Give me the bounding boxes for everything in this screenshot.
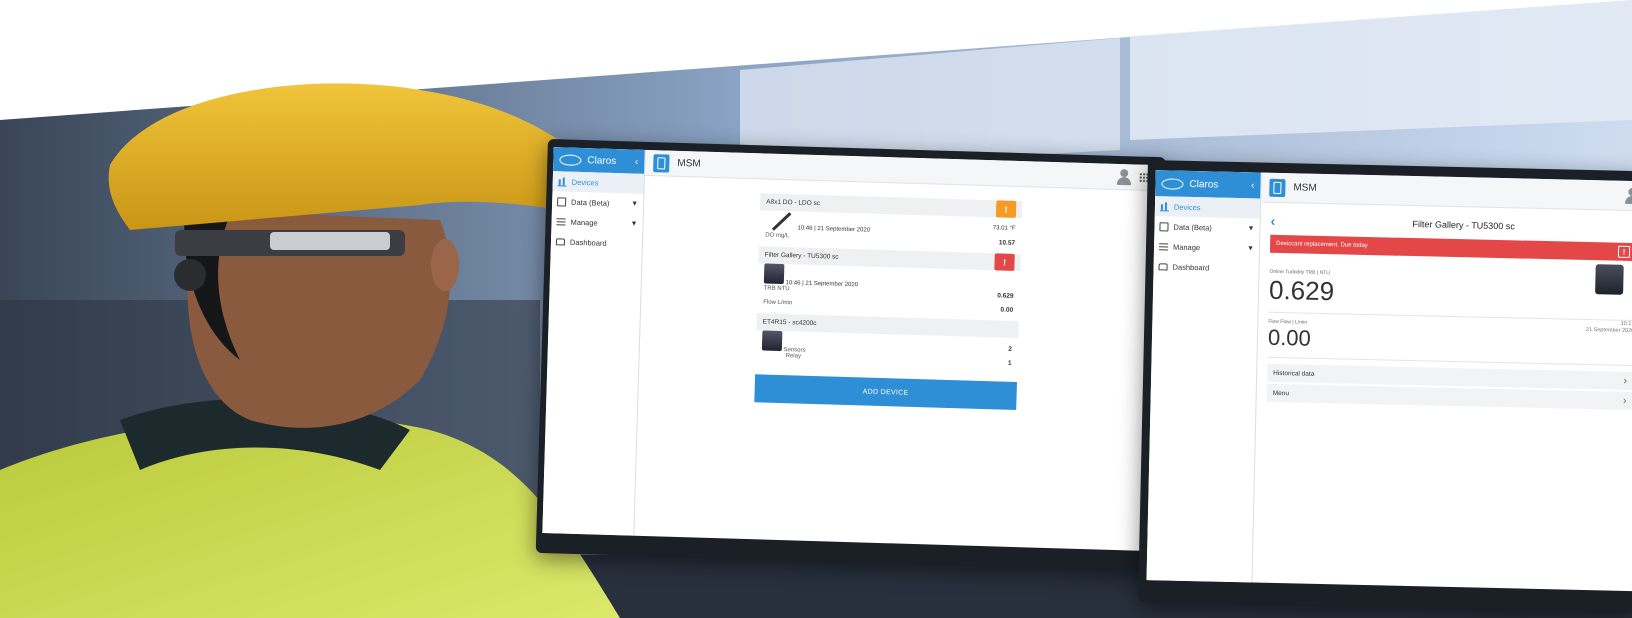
sidebar-item-label: Devices [1173,202,1201,212]
collapse-sidebar-icon[interactable]: ‹ [635,156,639,167]
measurement-label: TRB NTU [763,285,790,293]
detail-title: Filter Gallery - TU5300 sc [1412,219,1515,232]
chevron-right-icon: › [1623,374,1628,387]
sidebar-item-label: Devices [571,177,599,188]
analyzer-device-icon [763,263,785,285]
msm-app-icon [1269,178,1286,197]
document-icon [557,196,567,207]
alert-banner[interactable]: Desiccant replacement. Due today ! [1269,234,1632,262]
timestamp-date: 21 September 2020 [1585,327,1632,335]
sidebar: Claros ‹ Devices Data (Beta) ▼ Manage ▼ [542,147,646,536]
device-card[interactable]: 10:46 | 21 September 2020 73.01 °F DO mg… [759,210,1022,254]
measurement-value: 0.00 [1000,306,1014,314]
dashboard-icon [555,237,566,246]
sidebar-item-manage[interactable]: Manage ▼ [1154,236,1259,258]
right-monitor: Claros ‹ Devices Data (Beta) ▼ Manage ▼ [1137,160,1632,614]
expand-arrow-icon: ▼ [631,199,639,208]
right-screen: Claros ‹ Devices Data (Beta) ▼ Manage ▼ [1146,170,1632,592]
devices-icon [1159,201,1170,211]
measurement-value: 10.57 [998,238,1016,247]
hach-logo-icon [559,153,582,166]
brand-name: Claros [587,154,617,167]
sidebar-item-label: Dashboard [569,237,607,248]
sidebar-item-dashboard[interactable]: Dashboard [1153,256,1258,278]
dashboard-icon [1158,262,1168,270]
user-icon[interactable] [1117,168,1131,184]
link-label: Historical data [1273,369,1315,378]
alert-text: Desiccant replacement. Due today [1276,240,1368,250]
measurement-label: DO mg/L [765,232,790,240]
link-label: Menu [1272,389,1290,397]
tu5300-device-image [1595,264,1624,295]
sidebar-item-devices[interactable]: Devices [552,171,645,194]
warning-badge[interactable]: ! [995,200,1017,218]
brand-bar: Claros ‹ [553,147,645,174]
sidebar-item-data[interactable]: Data (Beta) ▼ [552,191,644,214]
device-name: A8x1 DO - LDO sc [766,198,821,208]
sidebar: Claros ‹ Devices Data (Beta) ▼ Manage ▼ [1146,170,1262,583]
left-monitor: Claros ‹ Devices Data (Beta) ▼ Manage ▼ [535,139,1166,572]
expand-arrow-icon: ▼ [1247,244,1255,252]
user-icon[interactable] [1625,187,1632,203]
sidebar-item-manage[interactable]: Manage ▼ [551,211,643,234]
measurement-value: 2 [1008,345,1013,353]
expand-arrow-icon: ▼ [1247,224,1255,232]
controller-device-icon [761,330,783,352]
alert-icon: ! [1617,245,1631,258]
top-bar: MSM [644,149,1158,192]
brand-name: Claros [1189,178,1219,191]
device-list: A8x1 DO - LDO sc ! 10:46 | 21 September … [754,193,1023,411]
sidebar-item-label: Manage [1172,242,1201,252]
error-badge[interactable]: ! [994,253,1015,271]
device-name: ET4R15 - sc4200c [762,318,817,328]
msm-app-icon [653,153,670,173]
sidebar-item-data[interactable]: Data (Beta) ▼ [1154,216,1259,238]
list-icon [556,217,566,226]
device-detail: ‹ Filter Gallery - TU5300 sc Desiccant r… [1252,203,1632,592]
device-card[interactable]: 10:46 | 21 September 2020 TRB NTU 0.629 … [757,263,1020,321]
collapse-sidebar-icon[interactable]: ‹ [1251,180,1255,191]
device-card[interactable]: Sensors 2 Relay 1 [755,330,1018,374]
device-name: Filter Gallery - TU5300 sc [764,251,839,261]
hach-logo-icon [1161,177,1184,190]
temperature-value: 73.01 °F [992,225,1016,232]
sidebar-item-label: Manage [570,217,598,228]
list-icon [1158,242,1169,250]
devices-icon [557,176,567,187]
back-chevron-icon[interactable]: ‹ [1270,213,1290,229]
measurement-label: Flow L/min [763,299,793,307]
measurement-label: Relay [785,353,802,360]
photo-scene: Claros ‹ Devices Data (Beta) ▼ Manage ▼ [0,0,1632,618]
left-screen: Claros ‹ Devices Data (Beta) ▼ Manage ▼ [542,147,1158,551]
chevron-right-icon: › [1622,394,1627,407]
measurement-value: 1 [1007,359,1012,367]
page-title: MSM [677,157,701,170]
detail-header: ‹ Filter Gallery - TU5300 sc [1270,211,1632,239]
expand-arrow-icon: ▼ [630,219,638,228]
sidebar-item-label: Data (Beta) [571,197,610,208]
sidebar-item-label: Dashboard [1172,262,1210,272]
add-device-button[interactable]: ADD DEVICE [754,374,1017,411]
page-title: MSM [1293,182,1317,194]
reading-timestamp: 10:17 21 September 2020 [1586,320,1632,335]
sidebar-item-label: Data (Beta) [1173,222,1212,232]
document-icon [1159,221,1169,231]
probe-sensor-icon [771,211,792,231]
sidebar-item-dashboard[interactable]: Dashboard [551,231,643,254]
sidebar-item-devices[interactable]: Devices [1154,196,1261,219]
brand-bar: Claros ‹ [1155,170,1261,199]
measurement-value: 0.629 [997,291,1014,300]
